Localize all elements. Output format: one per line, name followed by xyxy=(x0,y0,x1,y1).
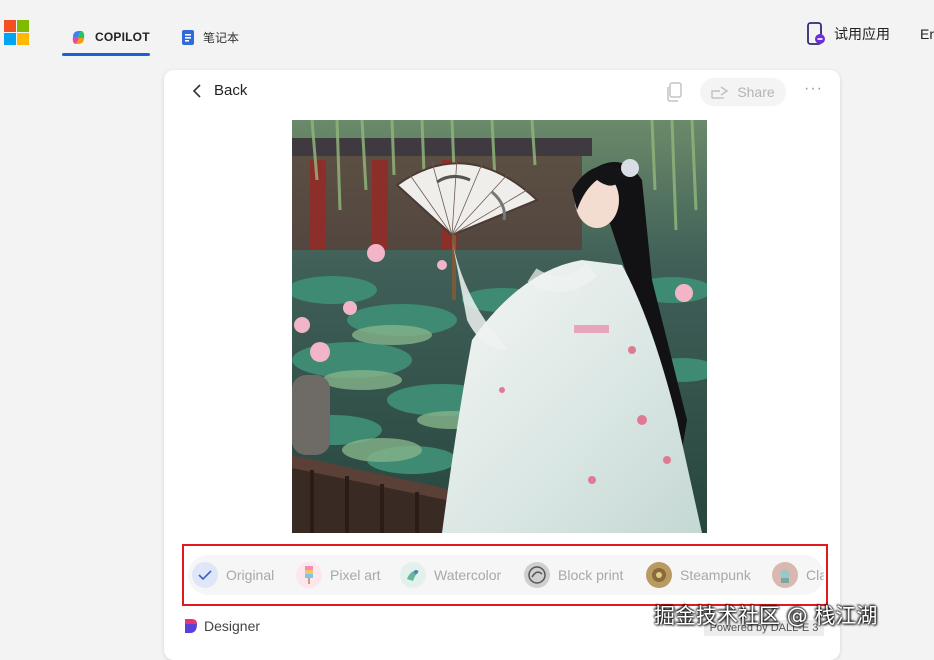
more-options-button[interactable]: ··· xyxy=(804,80,823,98)
tab-copilot[interactable]: COPILOT xyxy=(70,22,150,52)
style-label: Cla xyxy=(806,567,824,583)
mobile-app-icon xyxy=(807,22,825,45)
style-option-claymation[interactable]: Cla xyxy=(772,560,824,590)
try-app-button[interactable]: 试用应用 xyxy=(806,22,890,46)
share-button[interactable]: Share xyxy=(700,78,786,106)
block-print-thumbnail-icon xyxy=(524,562,550,588)
share-icon xyxy=(711,86,729,99)
language-selector[interactable]: Er xyxy=(920,26,934,42)
try-app-label: 试用应用 xyxy=(834,26,890,42)
image-card: Back Share ··· Original Pixel art Waterc… xyxy=(164,70,840,660)
watercolor-thumbnail-icon xyxy=(400,562,426,588)
claymation-thumbnail-icon xyxy=(772,562,798,588)
style-option-pixel-art[interactable]: Pixel art xyxy=(296,560,381,590)
style-label: Steampunk xyxy=(680,567,751,583)
style-label: Watercolor xyxy=(434,567,502,583)
style-selector-highlight: Original Pixel art Watercolor Block prin… xyxy=(182,544,828,606)
pixel-art-thumbnail-icon xyxy=(296,562,322,588)
watermark-text: 掘金技术社区 @ 栈江湖 xyxy=(654,604,878,628)
top-bar: COPILOT 笔记本 试用应用 Er xyxy=(0,0,934,62)
copilot-icon xyxy=(72,30,85,44)
style-option-original[interactable]: Original xyxy=(192,560,274,590)
designer-link[interactable]: Designer xyxy=(184,618,260,634)
style-option-steampunk[interactable]: Steampunk xyxy=(646,560,751,590)
designer-label: Designer xyxy=(204,618,261,634)
share-label: Share xyxy=(737,84,775,100)
style-label: Block print xyxy=(558,567,624,583)
tab-copilot-label: COPILOT xyxy=(95,30,150,44)
style-option-watercolor[interactable]: Watercolor xyxy=(400,560,501,590)
copy-icon[interactable] xyxy=(666,82,684,102)
style-label: Pixel art xyxy=(330,567,381,583)
check-icon xyxy=(192,562,218,588)
tab-notebook-label: 笔记本 xyxy=(203,30,240,45)
active-tab-indicator xyxy=(62,53,150,56)
steampunk-thumbnail-icon xyxy=(646,562,672,588)
notebook-icon xyxy=(182,29,194,45)
style-selector: Original Pixel art Watercolor Block prin… xyxy=(188,555,824,595)
chevron-left-icon xyxy=(192,83,201,98)
style-option-block-print[interactable]: Block print xyxy=(524,560,623,590)
style-label: Original xyxy=(226,567,275,583)
generated-image[interactable] xyxy=(292,120,707,533)
microsoft-logo-icon[interactable] xyxy=(4,20,29,45)
back-label: Back xyxy=(214,82,248,99)
back-button[interactable]: Back xyxy=(192,82,247,99)
tab-notebook[interactable]: 笔记本 xyxy=(181,22,239,52)
designer-logo-icon xyxy=(185,619,197,633)
